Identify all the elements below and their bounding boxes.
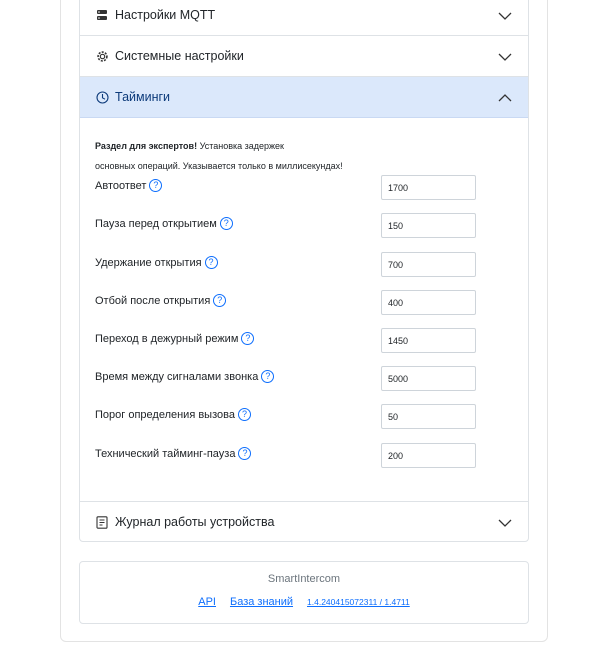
- section-header-mqtt[interactable]: Настройки MQTT: [80, 0, 528, 36]
- section-label-log: Журнал работы устройства: [115, 515, 275, 529]
- settings-accordion: Настройки MQTT Системные настройки Тайми…: [79, 0, 529, 542]
- help-icon[interactable]: ?: [204, 256, 218, 269]
- knowledge-base-link[interactable]: База знаний: [230, 596, 293, 608]
- timing-label: Автоответ: [95, 179, 147, 192]
- timing-row: Переход в дежурный режим?: [95, 328, 515, 354]
- footer-links: API База знаний 1.4.240415072311 / 1.471…: [80, 596, 528, 608]
- timing-row: Технический тайминг-пауза?: [95, 443, 515, 469]
- expert-note-line2: основных операций. Указывается только в …: [95, 161, 343, 171]
- timing-label: Удержание открытия: [95, 256, 202, 269]
- timing-row: Пауза перед открытием?: [95, 213, 515, 239]
- expert-note: Раздел для экспертов! Установка задержек…: [95, 136, 395, 176]
- help-icon[interactable]: ?: [241, 332, 255, 345]
- timings-panel: Раздел для экспертов! Установка задержек…: [80, 119, 528, 502]
- section-label-system: Системные настройки: [115, 49, 244, 63]
- server-icon: [95, 8, 109, 22]
- section-header-log[interactable]: Журнал работы устройства: [80, 501, 528, 541]
- version-link[interactable]: 1.4.240415072311 / 1.4711: [307, 597, 410, 607]
- help-icon[interactable]: ?: [149, 179, 163, 192]
- help-icon[interactable]: ?: [213, 294, 227, 307]
- help-icon[interactable]: ?: [219, 217, 233, 230]
- timing-label: Технический тайминг-пауза: [95, 447, 236, 460]
- journal-icon: [95, 515, 109, 529]
- timing-input-tech-pause[interactable]: [381, 443, 476, 468]
- chevron-down-icon: [498, 50, 512, 64]
- help-icon[interactable]: ?: [261, 370, 275, 383]
- timing-label: Отбой после открытия: [95, 294, 211, 307]
- section-header-system[interactable]: Системные настройки: [80, 36, 528, 77]
- section-header-timings[interactable]: Тайминги: [80, 77, 528, 118]
- gear-icon: [95, 49, 109, 63]
- timing-row: Удержание открытия?: [95, 252, 515, 278]
- timing-input-call-threshold[interactable]: [381, 404, 476, 429]
- timing-row: Автоответ?: [95, 175, 515, 201]
- brand-name: SmartIntercom: [267, 573, 341, 585]
- timing-input-pause-before-open[interactable]: [381, 213, 476, 238]
- expert-note-line1: Установка задержек: [197, 141, 284, 151]
- timing-input-hangup-after-open[interactable]: [381, 290, 476, 315]
- help-icon[interactable]: ?: [237, 408, 251, 421]
- chevron-down-icon: [498, 516, 512, 530]
- timing-label: Порог определения вызова: [95, 408, 235, 421]
- timing-input-ring-interval[interactable]: [381, 366, 476, 391]
- expert-note-bold: Раздел для экспертов!: [95, 141, 198, 151]
- timing-row: Время между сигналами звонка?: [95, 366, 515, 392]
- clock-icon: [95, 90, 109, 104]
- footer: SmartIntercom API База знаний 1.4.240415…: [79, 561, 529, 624]
- timing-label: Пауза перед открытием: [95, 217, 217, 230]
- timing-input-autoanswer[interactable]: [381, 175, 476, 200]
- chevron-up-icon: [498, 91, 512, 105]
- section-label-timings: Тайминги: [115, 90, 171, 104]
- timing-input-hold-open[interactable]: [381, 252, 476, 277]
- timing-input-standby-transition[interactable]: [381, 328, 476, 353]
- section-label-mqtt: Настройки MQTT: [115, 8, 216, 22]
- api-link[interactable]: API: [198, 596, 216, 608]
- timing-row: Порог определения вызова?: [95, 404, 515, 430]
- help-icon[interactable]: ?: [238, 447, 252, 460]
- chevron-down-icon: [498, 9, 512, 23]
- timing-label: Переход в дежурный режим: [95, 332, 239, 345]
- timing-row: Отбой после открытия?: [95, 290, 515, 316]
- timing-label: Время между сигналами звонка: [95, 370, 259, 383]
